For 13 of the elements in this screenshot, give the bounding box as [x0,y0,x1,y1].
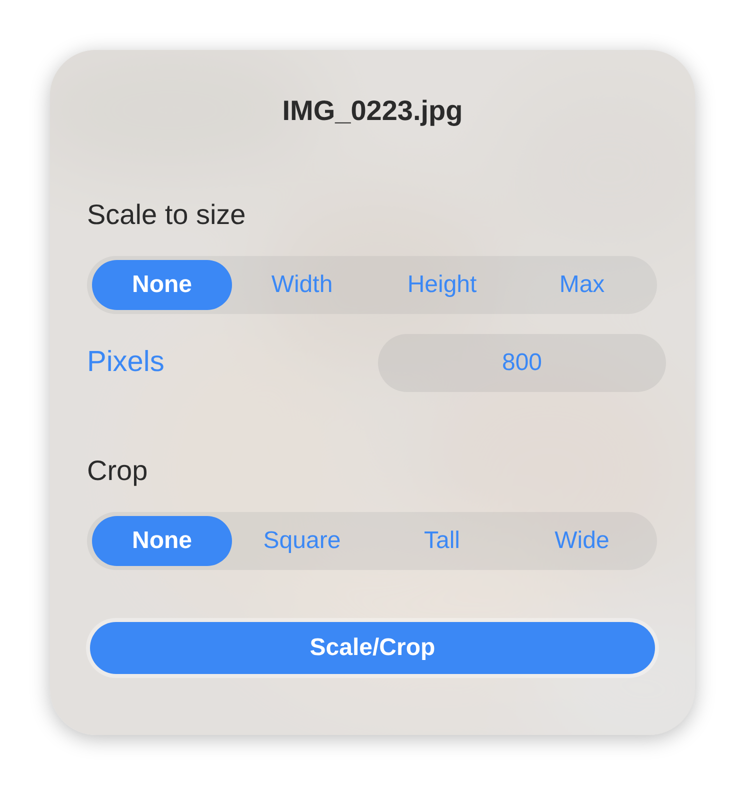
section-label: Crop [87,454,148,488]
segment-option[interactable]: Tall [372,516,512,566]
field-label: Pixels [87,345,164,380]
segment-option[interactable]: Square [232,516,372,566]
segment-option[interactable]: None [92,260,232,310]
section-label: Scale to size [87,198,246,232]
window-title: IMG_0223.jpg [282,94,463,128]
segment-option[interactable]: Max [512,260,652,310]
segment-option[interactable]: None [92,516,232,566]
segment-option[interactable]: Wide [512,516,652,566]
scale-crop-button[interactable]: Scale/Crop [90,622,655,674]
segment-option[interactable]: Width [232,260,372,310]
segment-option[interactable]: Height [372,260,512,310]
